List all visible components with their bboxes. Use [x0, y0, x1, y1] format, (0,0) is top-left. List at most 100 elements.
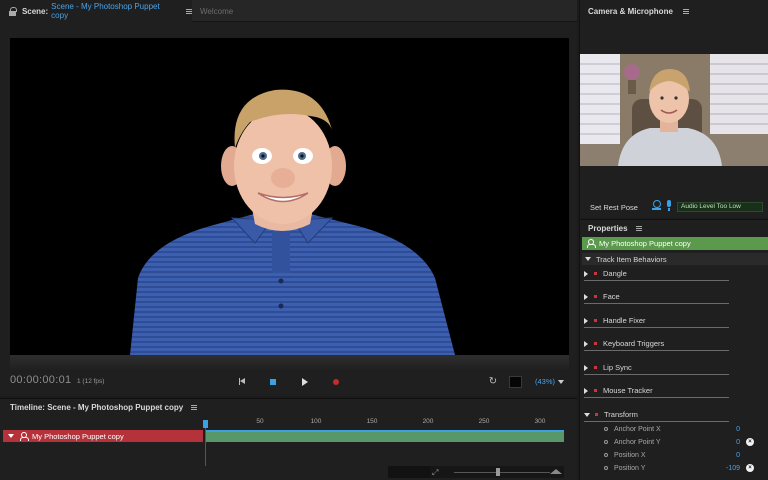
- behavior-indicator[interactable]: [594, 272, 597, 275]
- transport-bar: 00:00:00:01 1 (12 fps) ↻ (43%): [0, 372, 577, 394]
- behavior-label: Lip Sync: [603, 363, 632, 372]
- expand-icon[interactable]: [584, 340, 588, 347]
- track-label: My Photoshop Puppet copy: [32, 431, 124, 441]
- frame-rate: 1 (12 fps): [77, 378, 105, 385]
- track-header[interactable]: My Photoshop Puppet copy: [3, 430, 203, 442]
- param-value[interactable]: 0: [704, 439, 740, 446]
- expand-icon[interactable]: [584, 387, 588, 394]
- camera-feed: [580, 54, 768, 166]
- keyframe-dot-icon[interactable]: [604, 466, 608, 470]
- tab-scene[interactable]: Scene: Scene - My Photoshop Puppet copy: [0, 0, 192, 22]
- track-item-bar[interactable]: [205, 430, 564, 442]
- ruler-tick: 200: [422, 418, 434, 425]
- keyframe-dot-icon[interactable]: [604, 440, 608, 444]
- param-label: Position Y: [614, 464, 646, 472]
- track-item-behaviors-header[interactable]: Track Item Behaviors: [582, 253, 768, 265]
- expand-icon[interactable]: [584, 270, 588, 277]
- timeline-ruler[interactable]: 50 100 150 200 250 300: [205, 418, 567, 428]
- go-to-start-icon[interactable]: [237, 376, 249, 388]
- scene-panel: Scene: Scene - My Photoshop Puppet copy …: [0, 0, 577, 396]
- camera-title-text: Camera & Microphone: [588, 7, 673, 16]
- properties-title: Properties: [588, 224, 628, 233]
- keyframe-dot-icon[interactable]: [604, 427, 608, 431]
- expand-icon[interactable]: [584, 364, 588, 371]
- param-anchor-point-x: Anchor Point X 0: [604, 423, 764, 435]
- ruler-tick: 250: [478, 418, 490, 425]
- param-label: Position X: [614, 451, 646, 459]
- record-icon[interactable]: [330, 376, 342, 388]
- section-title: Track Item Behaviors: [596, 254, 667, 264]
- timecode[interactable]: 00:00:00:01: [10, 374, 71, 386]
- zoom-dropdown-icon[interactable]: [558, 380, 564, 384]
- param-label: Anchor Point X: [614, 425, 661, 433]
- camera-toggle-icon[interactable]: [652, 200, 661, 210]
- puppet-name: My Photoshop Puppet copy: [599, 239, 691, 248]
- behavior-dangle[interactable]: Dangle: [584, 267, 729, 281]
- properties-header: Properties: [588, 224, 642, 233]
- param-value[interactable]: -109: [704, 465, 740, 472]
- behavior-transform[interactable]: Transform: [584, 408, 729, 422]
- param-position-y: Position Y -109 ×: [604, 462, 764, 474]
- timeline-zoom-slider[interactable]: [454, 472, 550, 473]
- puppet-icon: [586, 239, 596, 248]
- timeline-menu-icon[interactable]: [191, 405, 198, 410]
- behavior-mouse-tracker[interactable]: Mouse Tracker: [584, 384, 729, 398]
- keyframe-dot-icon[interactable]: [604, 453, 608, 457]
- lock-icon[interactable]: [8, 6, 17, 16]
- expand-icon[interactable]: [584, 317, 588, 324]
- tab-welcome[interactable]: Welcome: [192, 0, 272, 22]
- param-anchor-point-y: Anchor Point Y 0 ×: [604, 436, 764, 448]
- tab-scene-doc: Scene - My Photoshop Puppet copy: [51, 2, 160, 20]
- behavior-indicator[interactable]: [595, 413, 598, 416]
- behavior-indicator[interactable]: [594, 342, 597, 345]
- param-value[interactable]: 0: [704, 426, 740, 433]
- timeline-header: Timeline: Scene - My Photoshop Puppet co…: [10, 403, 198, 412]
- set-rest-pose-button[interactable]: Set Rest Pose: [590, 203, 638, 212]
- behavior-label: Mouse Tracker: [603, 386, 653, 395]
- loop-icon[interactable]: ↻: [487, 376, 499, 388]
- background-color-swatch[interactable]: [509, 376, 522, 388]
- behavior-indicator[interactable]: [594, 389, 597, 392]
- behavior-indicator[interactable]: [594, 295, 597, 298]
- behavior-lip-sync[interactable]: Lip Sync: [584, 361, 729, 375]
- param-position-x: Position X 0: [604, 449, 764, 461]
- scene-stage[interactable]: [10, 38, 569, 355]
- timeline-zoom-thumb[interactable]: [496, 468, 500, 476]
- behavior-face[interactable]: Face: [584, 290, 729, 304]
- behavior-handle-fixer[interactable]: Handle Fixer: [584, 314, 729, 328]
- behavior-indicator[interactable]: [594, 319, 597, 322]
- collapse-icon[interactable]: [584, 412, 590, 417]
- behavior-indicator[interactable]: [594, 366, 597, 369]
- play-icon[interactable]: [299, 376, 311, 388]
- puppet-icon: [19, 431, 29, 441]
- camera-menu-icon[interactable]: [683, 9, 690, 14]
- zoom-level[interactable]: (43%): [535, 377, 555, 386]
- puppet-image: [130, 89, 455, 355]
- ruler-tick: 50: [256, 418, 264, 425]
- collapse-track-icon[interactable]: [8, 434, 14, 438]
- behavior-label: Dangle: [603, 269, 627, 278]
- fit-icon[interactable]: ⤢: [432, 468, 438, 478]
- properties-menu-icon[interactable]: [635, 226, 642, 231]
- timeline-title: Timeline: Scene - My Photoshop Puppet co…: [10, 403, 184, 412]
- behavior-label: Face: [603, 292, 620, 301]
- expand-icon[interactable]: [584, 293, 588, 300]
- microphone-toggle-icon[interactable]: [666, 200, 672, 211]
- reset-icon[interactable]: ×: [746, 438, 754, 446]
- behavior-keyboard-triggers[interactable]: Keyboard Triggers: [584, 337, 729, 351]
- expand-section-icon[interactable]: [585, 257, 591, 261]
- param-value[interactable]: 0: [704, 452, 740, 459]
- behavior-label: Handle Fixer: [603, 316, 646, 325]
- puppet-name-bar[interactable]: My Photoshop Puppet copy: [582, 237, 768, 250]
- param-label: Anchor Point Y: [614, 438, 661, 446]
- ruler-tick: 150: [366, 418, 378, 425]
- behavior-label: Transform: [604, 410, 638, 419]
- stop-icon[interactable]: [268, 376, 280, 388]
- zoom-mountain-icon[interactable]: [550, 469, 562, 474]
- webcam-image: [580, 54, 768, 166]
- reset-icon[interactable]: ×: [746, 464, 754, 472]
- playhead-handle[interactable]: [203, 420, 208, 428]
- properties-panel: Properties My Photoshop Puppet copy Trac…: [579, 219, 768, 480]
- camera-microphone-panel: Camera & Microphone Set Rest Pose Audio …: [579, 0, 768, 218]
- camera-panel-title: Camera & Microphone: [588, 7, 690, 16]
